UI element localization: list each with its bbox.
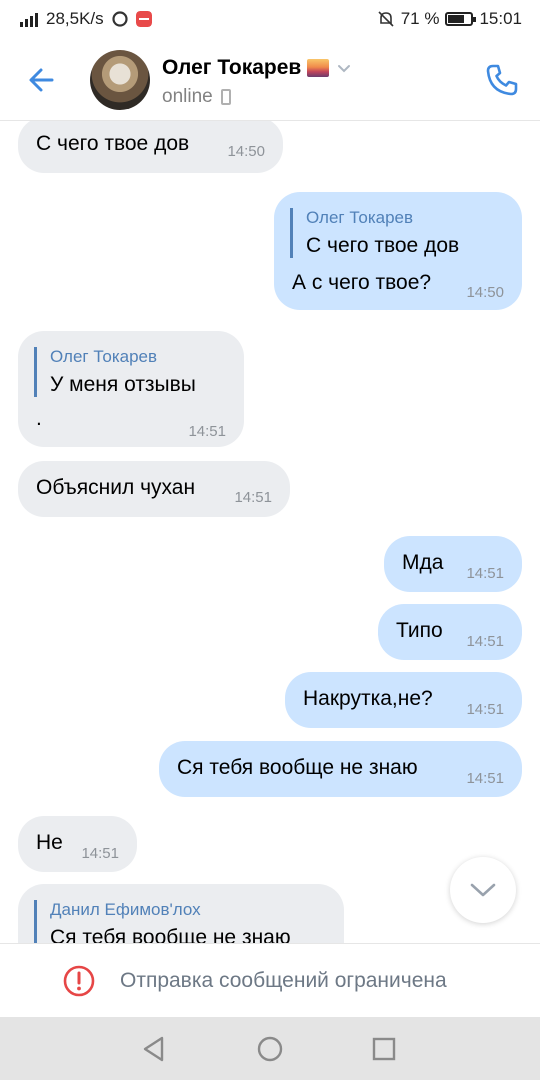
reply-quote[interactable]: Олег Токарев У меня отзывы <box>34 347 196 397</box>
message-text: С чего твое дов <box>36 132 190 155</box>
quote-text: У меня отзывы <box>50 373 196 396</box>
message-bubble-outgoing[interactable]: Мда 14:51 <box>384 536 522 592</box>
mobile-device-icon <box>220 89 231 105</box>
restriction-banner: Отправка сообщений ограничена <box>0 943 540 1018</box>
quote-text: С чего твое дов <box>306 234 460 257</box>
message-time: 14:50 <box>466 284 504 301</box>
quote-author: Олег Токарев <box>306 208 414 227</box>
chevron-down-icon[interactable] <box>335 59 353 77</box>
message-bubble-incoming[interactable]: Олег Токарев У меня отзывы . 14:51 <box>18 331 244 447</box>
message-text: Объяснил чухан <box>36 476 196 499</box>
message-bubble-incoming[interactable]: Объяснил чухан 14:51 <box>18 461 290 517</box>
message-bubble-incoming[interactable]: Данил Ефимов'лох Ся тебя вообще не знаю <box>18 884 344 943</box>
reply-quote[interactable]: Олег Токарев С чего твое дов <box>290 208 459 258</box>
status-bar: 28,5K/s 71 % 15:01 <box>0 0 540 38</box>
message-text: Накрутка,не? <box>303 687 433 710</box>
message-time: 14:51 <box>466 701 504 718</box>
scroll-down-icon <box>470 883 496 897</box>
mute-icon <box>378 11 394 27</box>
message-bubble-outgoing[interactable]: Олег Токарев С чего твое дов А с чего тв… <box>274 192 522 310</box>
reply-quote[interactable]: Данил Ефимов'лох Ся тебя вообще не знаю <box>34 900 291 943</box>
status-left: 28,5K/s <box>20 9 152 29</box>
nav-recents-icon[interactable] <box>368 1033 400 1065</box>
message-bubble-outgoing[interactable]: Накрутка,не? 14:51 <box>285 672 522 728</box>
message-text: Ся тебя вообще не знаю <box>177 756 418 779</box>
warning-icon <box>63 965 95 997</box>
chat-header: Олег Токарев online <box>0 38 540 121</box>
nav-home-icon[interactable] <box>254 1033 286 1065</box>
battery-icon <box>445 12 477 26</box>
status-right: 71 % 15:01 <box>377 9 522 29</box>
message-time: 14:51 <box>234 489 272 506</box>
message-time: 14:50 <box>227 143 265 160</box>
message-bubble-outgoing[interactable]: Типо 14:51 <box>378 604 522 660</box>
message-text: . <box>36 407 42 430</box>
quote-text: Ся тебя вообще не знаю <box>50 926 291 943</box>
quote-author: Данил Ефимов'лох <box>50 900 201 919</box>
message-bubble-outgoing[interactable]: Ся тебя вообще не знаю 14:51 <box>159 741 522 797</box>
scroll-down-button[interactable] <box>450 857 516 923</box>
contact-status-row: online <box>162 86 231 108</box>
clock: 15:01 <box>479 9 522 28</box>
contact-status: online <box>162 86 213 107</box>
app-notification-icon <box>112 11 128 27</box>
message-text: А с чего твое? <box>292 271 432 294</box>
message-bubble-incoming[interactable]: Не 14:51 <box>18 816 137 872</box>
quote-author: Олег Токарев <box>50 347 158 366</box>
back-arrow-icon[interactable] <box>22 60 62 100</box>
message-time: 14:51 <box>466 565 504 582</box>
message-text: Не <box>36 831 63 854</box>
message-text: Мда <box>402 551 444 574</box>
nav-back-icon[interactable] <box>138 1033 170 1065</box>
contact-name: Олег Токарев <box>162 56 302 79</box>
message-list[interactable]: С чего твое дов 14:50 Олег Токарев С чег… <box>0 121 540 943</box>
contact-name-row[interactable]: Олег Токарев <box>162 56 353 80</box>
signal-icon <box>20 11 38 27</box>
phone-call-icon[interactable] <box>482 60 522 100</box>
message-time: 14:51 <box>466 770 504 787</box>
sunset-emoji-icon <box>307 59 330 77</box>
message-text: Типо <box>396 619 443 642</box>
message-time: 14:51 <box>466 633 504 650</box>
network-speed: 28,5K/s <box>46 9 104 28</box>
message-time: 14:51 <box>188 423 226 440</box>
message-bubble-incoming[interactable]: С чего твое дов 14:50 <box>18 121 283 173</box>
shop-app-icon <box>135 11 152 27</box>
avatar[interactable] <box>90 50 150 110</box>
system-nav-bar <box>0 1017 540 1080</box>
battery-percent: 71 % <box>400 9 440 28</box>
restriction-text: Отправка сообщений ограничена <box>120 969 447 992</box>
message-time: 14:51 <box>81 845 119 862</box>
